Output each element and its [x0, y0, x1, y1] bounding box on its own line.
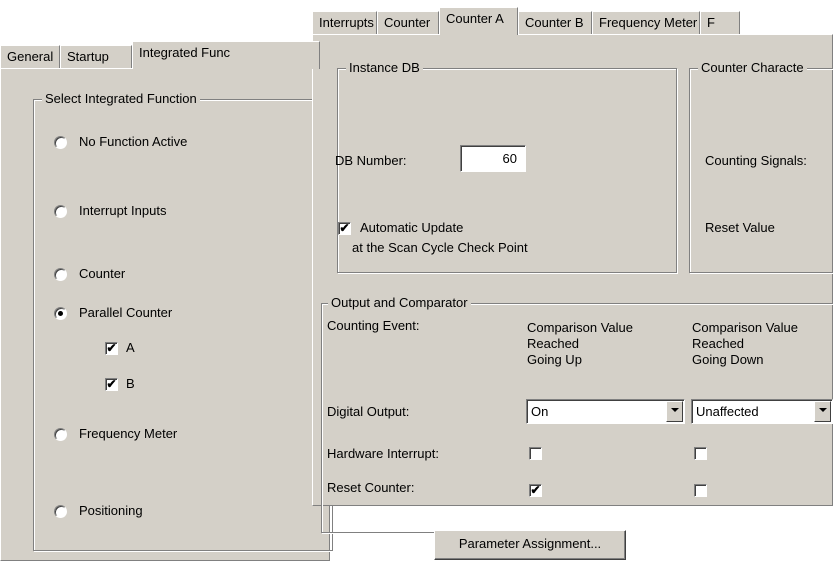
tab-frequency-meter[interactable]: Frequency Meter: [592, 11, 700, 35]
select-function-group: Select Integrated Function: [33, 91, 333, 551]
digital-output-up-value: On: [531, 404, 549, 419]
radio-selected-dot: [58, 311, 63, 316]
counting-event-label: Counting Event:: [327, 318, 420, 333]
parameter-assignment-button[interactable]: Parameter Assignment...: [434, 530, 626, 560]
instance-db-title: Instance DB: [346, 60, 423, 75]
group-title: Select Integrated Function: [42, 91, 200, 106]
reset-counter-down-checkbox[interactable]: [694, 484, 707, 497]
radio-frequency-meter[interactable]: [54, 428, 67, 441]
radio-no-function[interactable]: [54, 136, 67, 149]
chevron-down-icon[interactable]: [814, 401, 831, 422]
digital-output-label: Digital Output:: [327, 404, 410, 419]
label-b: B: [126, 376, 135, 391]
reset-counter-up-checkbox[interactable]: ✔: [529, 484, 542, 497]
hw-interrupt-up-checkbox[interactable]: [529, 447, 542, 460]
label-frequency-meter: Frequency Meter: [79, 426, 178, 441]
digital-output-down-select[interactable]: Unaffected: [691, 399, 833, 424]
db-number-label: DB Number:: [335, 153, 407, 168]
chevron-down-icon[interactable]: [666, 401, 683, 422]
background-area: [626, 506, 833, 561]
tab-integrated-function[interactable]: Integrated Func: [132, 41, 320, 69]
tab-counter-a[interactable]: Counter A: [439, 7, 518, 35]
hw-interrupt-down-checkbox[interactable]: [694, 447, 707, 460]
col-down-header-1: Comparison Value: [692, 320, 798, 335]
reset-counter-label: Reset Counter:: [327, 480, 415, 495]
radio-positioning[interactable]: [54, 505, 67, 518]
back-window: General Startup Integrated Func Select I…: [0, 0, 333, 561]
label-parallel-counter: Parallel Counter: [79, 305, 173, 320]
label-a: A: [126, 340, 135, 355]
hw-interrupt-label: Hardware Interrupt:: [327, 446, 439, 461]
front-window: Interrupts Counter Counter A Counter B F…: [312, 0, 833, 561]
digital-output-up-select[interactable]: On: [526, 399, 685, 424]
label-no-function: No Function Active: [79, 134, 188, 149]
label-positioning: Positioning: [79, 503, 143, 518]
label-interrupt-inputs: Interrupt Inputs: [79, 203, 167, 218]
counter-characteristics-title: Counter Characte: [698, 60, 807, 75]
radio-counter[interactable]: [54, 268, 67, 281]
reset-value-label: Reset Value: [705, 220, 775, 235]
radio-interrupt-inputs[interactable]: [54, 205, 67, 218]
tab-counter-b[interactable]: Counter B: [518, 11, 592, 35]
col-down-header-2: Reached: [692, 336, 745, 351]
counting-signals-label: Counting Signals:: [705, 153, 807, 168]
tab-counter[interactable]: Counter: [377, 11, 439, 35]
auto-update-label: Automatic Update: [360, 220, 464, 235]
db-number-input[interactable]: 60: [460, 145, 526, 172]
col-down-header-3: Going Down: [692, 352, 764, 367]
col-up-header-2: Reached: [527, 336, 580, 351]
output-comparator-title: Output and Comparator: [328, 295, 471, 310]
tab-interrupts[interactable]: Interrupts: [312, 11, 377, 35]
radio-parallel-counter[interactable]: [54, 307, 67, 320]
tab-more[interactable]: F: [700, 11, 740, 35]
counter-characteristics-group: Counter Characte: [689, 60, 833, 273]
db-number-value: 60: [502, 151, 517, 166]
auto-update-label-2: at the Scan Cycle Check Point: [352, 240, 528, 255]
col-up-header-3: Going Up: [527, 352, 582, 367]
auto-update-checkbox[interactable]: ✔: [338, 222, 351, 235]
checkbox-a[interactable]: ✔: [105, 342, 118, 355]
tab-startup[interactable]: Startup: [60, 45, 132, 69]
label-counter: Counter: [79, 266, 126, 281]
checkbox-b[interactable]: ✔: [105, 378, 118, 391]
digital-output-down-value: Unaffected: [696, 404, 759, 419]
col-up-header-1: Comparison Value: [527, 320, 633, 335]
tab-general[interactable]: General: [0, 45, 60, 69]
